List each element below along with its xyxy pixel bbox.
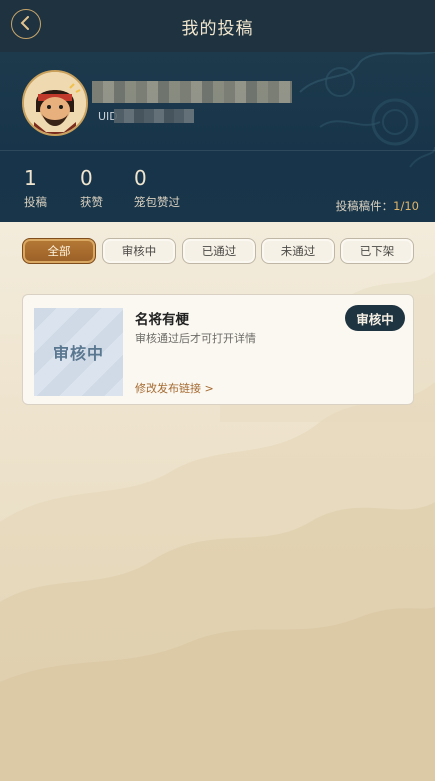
status-badge: 审核中 [345, 305, 405, 331]
stat-value: 0 [134, 166, 147, 190]
thumbnail-status-text: 审核中 [52, 344, 104, 363]
filter-tabs: 全部 审核中 已通过 未通过 已下架 [22, 238, 417, 264]
stat-liked-by: 0 笼包赞过 [134, 166, 180, 210]
tab-approved[interactable]: 已通过 [182, 238, 256, 264]
page-title: 我的投稿 [181, 18, 254, 39]
username-redacted [92, 81, 292, 103]
stat-value: 0 [80, 166, 93, 190]
stat-value: 1 [24, 166, 37, 190]
tab-removed[interactable]: 已下架 [340, 238, 414, 264]
quota-label: 投稿稿件： [335, 199, 394, 213]
avatar[interactable] [22, 70, 88, 136]
uid-redacted [114, 109, 194, 123]
edit-link-button[interactable]: 修改发布链接 > [135, 380, 214, 396]
stat-likes: 0 获赞 [80, 166, 103, 210]
quota-value: 1/10 [393, 199, 419, 213]
top-bar: 我的投稿 [0, 0, 435, 52]
submission-card[interactable]: 审核中 名将有梗 审核通过后才可打开详情 修改发布链接 > 审核中 [22, 294, 414, 405]
submission-description: 审核通过后才可打开详情 [135, 332, 256, 345]
submission-quota: 投稿稿件：1/10 [336, 198, 419, 214]
back-button[interactable] [11, 9, 41, 39]
submission-thumbnail: 审核中 [34, 308, 123, 396]
stat-label: 投稿 [24, 195, 47, 209]
chevron-left-icon [20, 15, 32, 34]
stat-submissions: 1 投稿 [24, 166, 47, 210]
tab-rejected[interactable]: 未通过 [261, 238, 335, 264]
profile-panel: UID 1 投稿 0 获赞 0 笼包赞过 投稿稿件：1/10 [0, 52, 435, 222]
submission-title: 名将有梗 [135, 312, 189, 328]
stat-label: 笼包赞过 [134, 195, 180, 209]
tab-all[interactable]: 全部 [22, 238, 96, 264]
stat-label: 获赞 [80, 195, 103, 209]
tab-reviewing[interactable]: 审核中 [102, 238, 176, 264]
divider [0, 150, 435, 151]
